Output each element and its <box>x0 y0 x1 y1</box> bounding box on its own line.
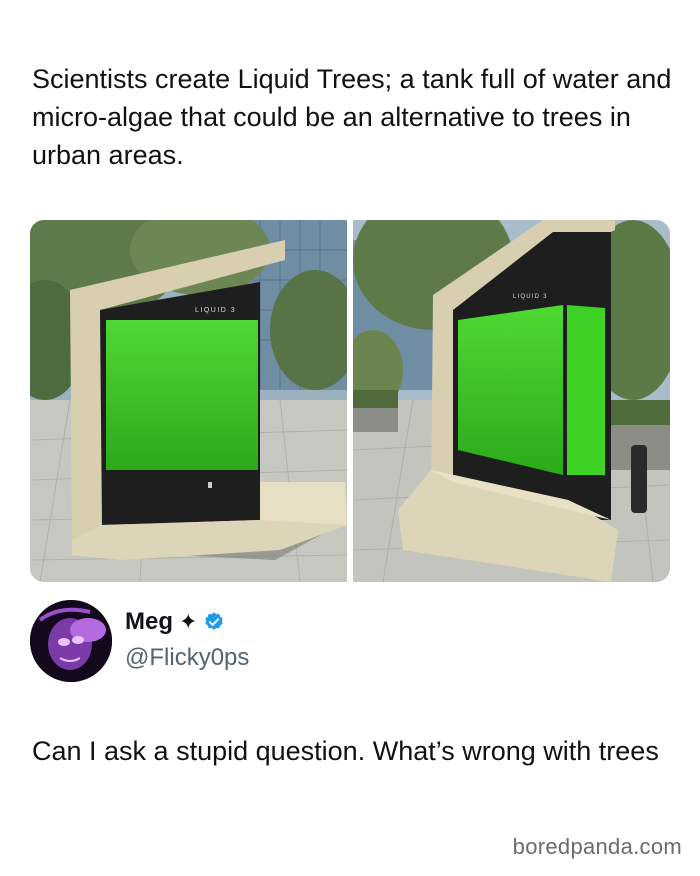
verified-badge-icon <box>205 612 224 630</box>
source-watermark: boredpanda.com <box>512 834 682 859</box>
display-name-row: Meg ✦ <box>125 608 225 636</box>
user-handle[interactable]: @Flicky0ps <box>125 644 249 672</box>
avatar[interactable] <box>30 600 112 682</box>
photo-label-left: LIQUID 3 <box>195 307 236 314</box>
liquid-tree-photo-angle[interactable]: LIQUID 3 <box>353 220 670 582</box>
display-name[interactable]: Meg <box>125 608 173 636</box>
post-headline: Scientists create Liquid Trees; a tank f… <box>32 64 672 170</box>
reply-author: Meg ✦ @Flicky0ps <box>30 600 670 684</box>
avatar-image <box>30 600 112 682</box>
liquid-tree-front-image: LIQUID 3 <box>30 220 347 582</box>
liquid-tree-angle-image: LIQUID 3 <box>353 220 670 582</box>
photo-gallery[interactable]: LIQUID 3 LIQUID 3 <box>30 220 670 582</box>
reply-text: Can I ask a stupid question. What’s wron… <box>32 736 659 766</box>
photo-label-right: LIQUID 3 <box>513 294 548 300</box>
liquid-tree-photo-front[interactable]: LIQUID 3 <box>30 220 347 582</box>
sparkle-icon: ✦ <box>179 609 198 634</box>
